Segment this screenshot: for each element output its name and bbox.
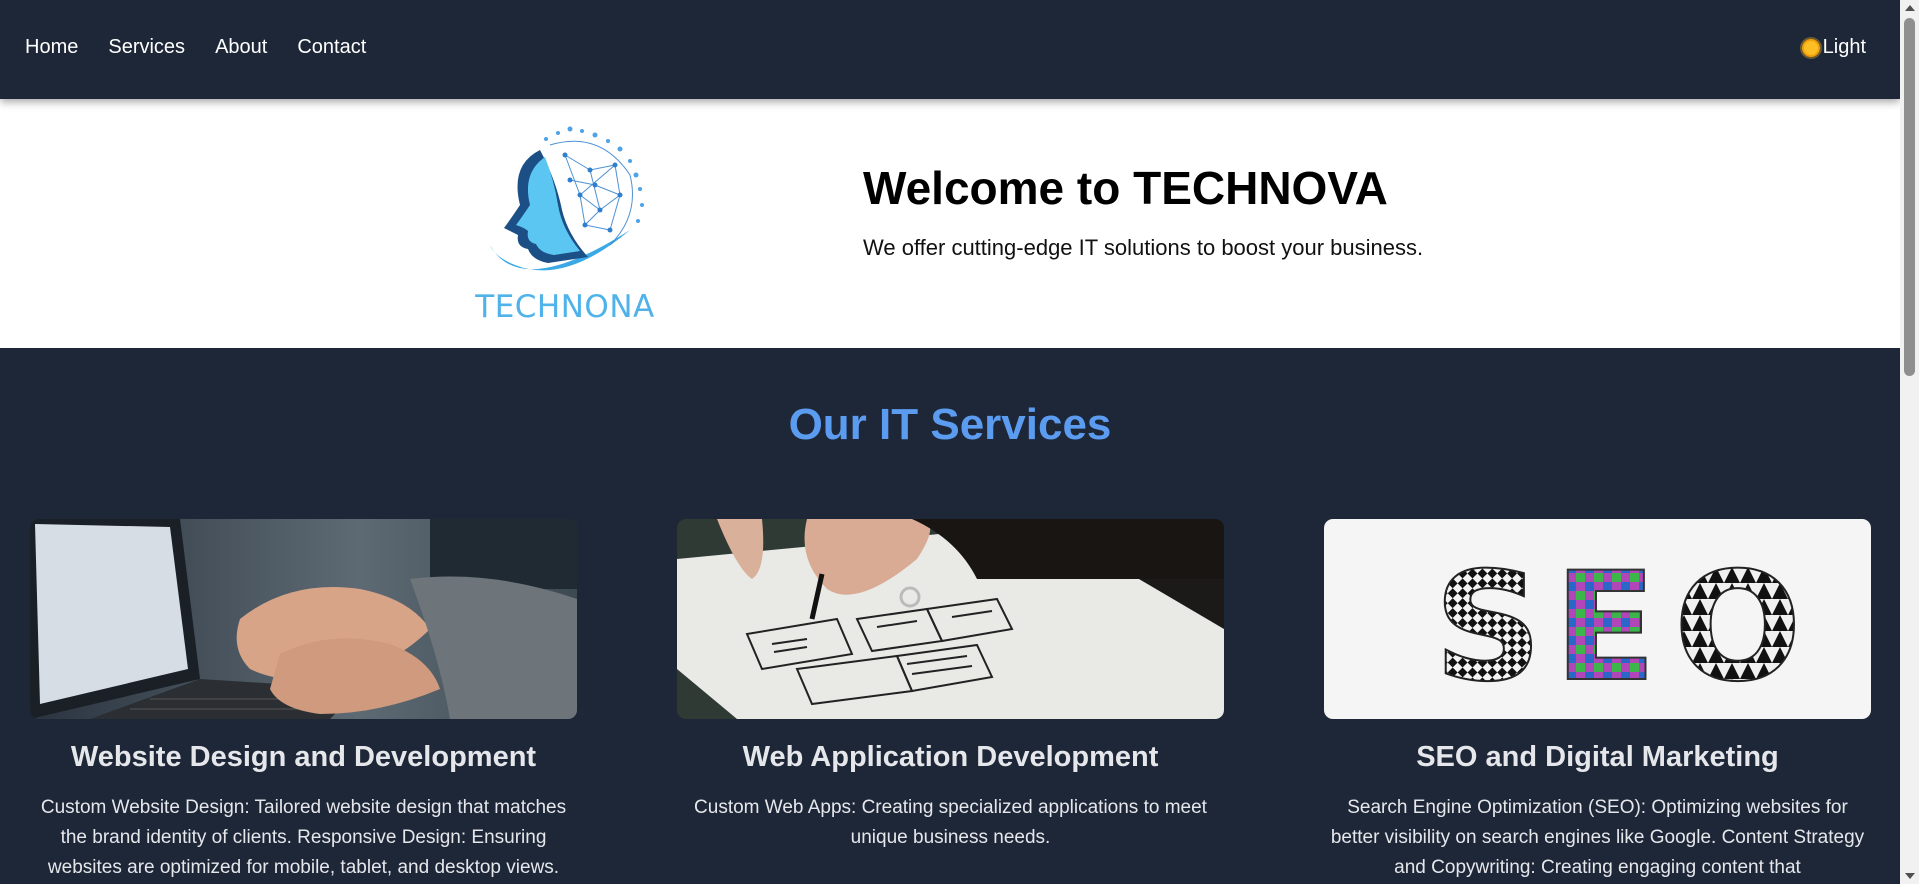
hero-title: Welcome to TECHNOVA [863, 162, 1388, 214]
theme-toggle-button[interactable]: Light [1801, 36, 1866, 59]
service-card-webapp: Web Application Development Custom Web A… [677, 519, 1224, 853]
page-scrollbar[interactable] [1900, 0, 1919, 884]
scroll-down-icon[interactable] [1905, 873, 1915, 879]
service-card-title: Website Design and Development [70, 741, 537, 773]
scrollbar-thumb[interactable] [1904, 18, 1915, 376]
laptop-typing-photo [30, 519, 577, 719]
nav-link-home[interactable]: Home [25, 36, 78, 59]
wireframe-sketch-photo [677, 519, 1224, 719]
service-card-seo: S E O SEO and Digital Marketing Search E… [1324, 519, 1871, 883]
svg-text:S: S [1434, 541, 1542, 715]
service-card-website: Website Design and Development Custom We… [30, 519, 577, 883]
sun-icon [1801, 38, 1820, 57]
logo-text: TECHNONA [475, 289, 655, 325]
hero-text: Welcome to TECHNOVA We offer cutting-edg… [863, 161, 1423, 261]
hero-subtitle: We offer cutting-edge IT solutions to bo… [863, 235, 1424, 260]
svg-text:O: O [1674, 541, 1802, 715]
theme-toggle-label: Light [1822, 36, 1866, 58]
service-card-description: Custom Website Design: Tailored website … [40, 797, 567, 878]
nav-link-about[interactable]: About [215, 36, 267, 59]
service-card-description: Custom Web Apps: Creating specialized ap… [694, 797, 1207, 848]
logo-head-icon [490, 126, 644, 271]
hero-section: TECHNONA Welcome to TECHNOVA We offer cu… [0, 99, 1900, 348]
technova-logo: TECHNONA [470, 125, 660, 325]
scroll-up-icon[interactable] [1905, 5, 1915, 11]
nav-link-services[interactable]: Services [108, 36, 185, 59]
navbar: Home Services About Contact Light [0, 0, 1900, 99]
seo-letters-photo: S E O [1324, 519, 1871, 719]
service-card-title: SEO and Digital Marketing [1416, 741, 1779, 773]
nav-link-contact[interactable]: Contact [297, 36, 366, 59]
page: Home Services About Contact Light TECHNO… [0, 0, 1900, 884]
nav-links: Home Services About Contact [25, 36, 366, 59]
svg-text:E: E [1554, 541, 1656, 715]
services-heading: Our IT Services [788, 400, 1112, 449]
service-card-title: Web Application Development [742, 741, 1159, 773]
service-card-description: Search Engine Optimization (SEO): Optimi… [1330, 797, 1865, 878]
